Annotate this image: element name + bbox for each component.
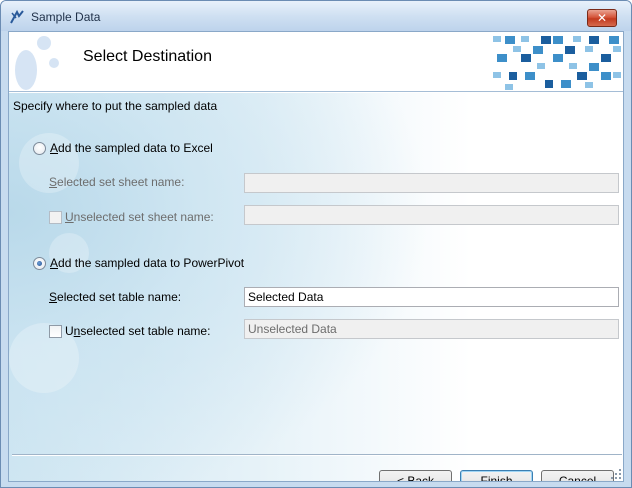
banner-decoration <box>49 58 59 68</box>
banner-mosaic-graphic <box>493 36 621 90</box>
cancel-button[interactable]: Cancel <box>541 470 614 481</box>
close-button[interactable]: ✕ <box>587 9 617 27</box>
unselected-sheet-name-input[interactable] <box>244 205 619 225</box>
header-banner: Select Destination <box>9 32 623 92</box>
close-icon: ✕ <box>596 11 608 25</box>
dialog-client-area: Select Destination Specify where to put … <box>8 31 624 482</box>
page-title: Select Destination <box>83 48 212 65</box>
back-button[interactable]: < Back <box>379 470 452 481</box>
banner-decoration <box>37 36 51 50</box>
window-title: Sample Data <box>31 10 101 24</box>
selected-table-name-label: Selected set table name: <box>49 290 182 304</box>
powerpivot-destination-radio[interactable] <box>33 257 46 270</box>
excel-destination-label[interactable]: Add the sampled data to Excel <box>50 141 213 155</box>
finish-button[interactable]: Finish <box>460 470 533 481</box>
selected-table-name-input[interactable]: Selected Data <box>244 287 619 307</box>
title-bar[interactable]: Sample Data ✕ <box>1 1 631 31</box>
unselected-table-checkbox[interactable] <box>49 325 62 338</box>
selected-sheet-name-input[interactable] <box>244 173 619 193</box>
unselected-table-name-input[interactable]: Unselected Data <box>244 319 619 339</box>
unselected-sheet-checkbox[interactable] <box>49 211 62 224</box>
unselected-table-name-label: Unselected set table name: <box>65 324 211 338</box>
unselected-sheet-name-label: Unselected set sheet name: <box>65 210 214 224</box>
instruction-text: Specify where to put the sampled data <box>13 99 218 113</box>
resize-grip-icon[interactable] <box>611 469 621 479</box>
radio-selected-dot <box>37 261 42 266</box>
dialog-body: Specify where to put the sampled data Ad… <box>9 93 623 481</box>
excel-destination-radio[interactable] <box>33 142 46 155</box>
powerpivot-destination-label[interactable]: Add the sampled data to PowerPivot <box>50 256 244 270</box>
button-separator <box>12 454 622 456</box>
sample-data-dialog: Sample Data ✕ Select Destination Specify… <box>0 0 632 488</box>
banner-decoration <box>15 50 37 90</box>
selected-sheet-name-label: Selected set sheet name: <box>49 175 185 189</box>
app-icon <box>10 9 24 24</box>
